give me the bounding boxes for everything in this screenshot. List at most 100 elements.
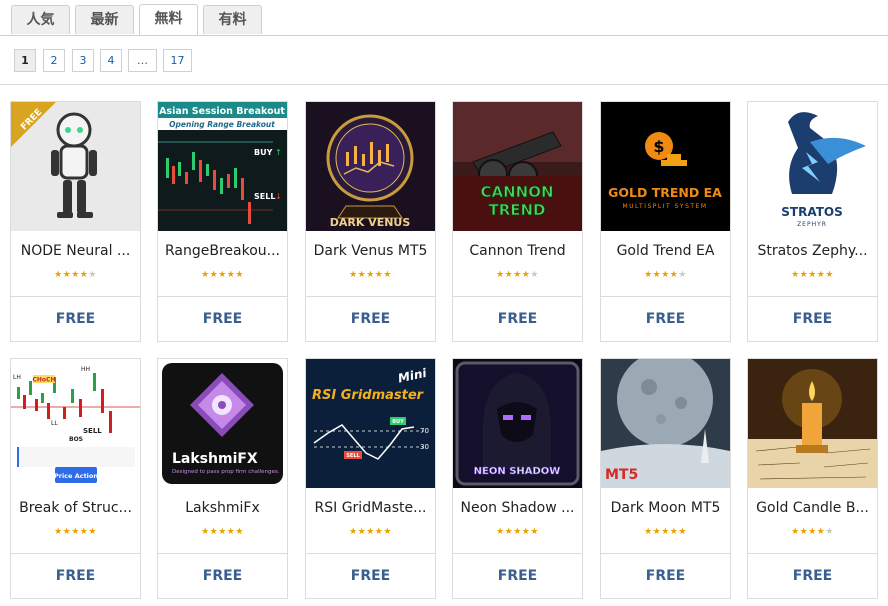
product-thumbnail-gold-trend[interactable]: $ GOLD TREND EA MULTISPLIT SYSTEM [601,102,730,231]
rating-stars: ★★★★★ [201,527,244,537]
page-17-button[interactable]: 17 [163,49,192,72]
product-card[interactable]: $ GOLD TREND EA MULTISPLIT SYSTEM Gold T… [600,101,731,342]
product-thumbnail-lakshmifx[interactable]: LakshmiFX Designed to pass prop firm cha… [158,359,287,488]
product-card[interactable]: Asian Session Breakout Opening Range Bre… [157,101,288,342]
rating-stars: ★★★★★ [349,270,392,280]
divider [748,296,877,297]
page-2-button[interactable]: 2 [43,49,65,72]
svg-text:Price Action: Price Action [54,472,98,480]
product-card[interactable]: FREE NODE Neural ... ★★★★★ FREE [10,101,141,342]
divider [601,296,730,297]
product-thumbnail-range-breakout[interactable]: Asian Session Breakout Opening Range Bre… [158,102,287,231]
rating-stars: ★★★★★ [644,527,687,537]
svg-text:LH: LH [13,374,21,381]
price-label[interactable]: FREE [11,568,140,584]
page-3-button[interactable]: 3 [72,49,94,72]
product-name[interactable]: Neon Shadow ... [457,500,578,516]
product-name[interactable]: Gold Trend EA [605,243,726,259]
product-card[interactable]: LakshmiFX Designed to pass prop firm cha… [157,358,288,599]
product-thumbnail-robot[interactable]: FREE [11,102,140,231]
tab-popular[interactable]: 人気 [11,5,70,34]
rating-stars: ★★★★★ [791,270,834,280]
product-name[interactable]: RangeBreakou... [162,243,283,259]
price-label[interactable]: FREE [158,568,287,584]
divider [306,553,435,554]
svg-text:CANNON: CANNON [480,183,553,201]
divider [306,296,435,297]
product-name[interactable]: NODE Neural ... [15,243,136,259]
product-name[interactable]: RSI GridMaste... [310,500,431,516]
divider [601,553,730,554]
tab-newest[interactable]: 最新 [75,5,134,34]
divider [0,84,888,85]
product-card[interactable]: STRATOS ZEPHYR Stratos Zephy... ★★★★★ FR… [747,101,878,342]
svg-text:DARK VENUS: DARK VENUS [330,216,411,229]
rating-stars: ★★★★★ [496,527,539,537]
svg-text:NEON SHADOW: NEON SHADOW [474,466,561,477]
price-label[interactable]: FREE [306,568,435,584]
price-label[interactable]: FREE [748,568,877,584]
svg-text:BUY: BUY [254,148,273,157]
product-thumbnail-dark-venus[interactable]: DARK VENUS [306,102,435,231]
price-label[interactable]: FREE [11,311,140,327]
product-thumbnail-neon-shadow[interactable]: NEON SHADOW [453,359,582,488]
product-thumbnail-stratos[interactable]: STRATOS ZEPHYR [748,102,877,231]
product-name[interactable]: LakshmiFx [162,500,283,516]
product-card[interactable]: NEON SHADOW Neon Shadow ... ★★★★★ FREE [452,358,583,599]
svg-text:↑: ↑ [275,148,282,157]
product-name[interactable]: Dark Venus MT5 [310,243,431,259]
tab-paid[interactable]: 有料 [203,5,262,34]
svg-text:RSI Gridmaster: RSI Gridmaster [312,388,425,403]
page-1-button[interactable]: 1 [14,49,36,72]
svg-text:TREND: TREND [488,201,545,219]
svg-text:LL: LL [51,420,58,427]
divider [158,296,287,297]
svg-text:$: $ [653,137,664,156]
rating-stars: ★★★★★ [644,270,687,280]
price-label[interactable]: FREE [453,568,582,584]
divider [453,296,582,297]
svg-text:BOS: BOS [69,436,83,443]
product-name[interactable]: Cannon Trend [457,243,578,259]
product-name[interactable]: Dark Moon MT5 [605,500,726,516]
price-label[interactable]: FREE [748,311,877,327]
rating-stars: ★★★★★ [349,527,392,537]
product-card[interactable]: CHoCH BOS SELL HH LH LL Price Action Bre… [10,358,141,599]
svg-text:GOLD TREND EA: GOLD TREND EA [608,185,722,200]
svg-text:SELL: SELL [83,427,102,435]
rating-stars: ★★★★★ [54,270,97,280]
product-thumbnail-cannon-trend[interactable]: CANNON TREND [453,102,582,231]
price-label[interactable]: FREE [453,311,582,327]
svg-text:CHoCH: CHoCH [33,377,56,384]
product-name[interactable]: Gold Candle B... [752,500,873,516]
product-card[interactable]: MT5 Dark Moon MT5 ★★★★★ FREE [600,358,731,599]
product-card[interactable]: Gold Candle B... ★★★★★ FREE [747,358,878,599]
price-label[interactable]: FREE [601,311,730,327]
product-name[interactable]: Stratos Zephy... [752,243,873,259]
price-label[interactable]: FREE [306,311,435,327]
svg-text:MT5: MT5 [605,467,638,483]
price-label[interactable]: FREE [601,568,730,584]
svg-text:Opening Range Breakout: Opening Range Breakout [169,120,275,129]
page-4-button[interactable]: 4 [100,49,122,72]
svg-text:70: 70 [420,427,429,435]
product-thumbnail-break-of-structure[interactable]: CHoCH BOS SELL HH LH LL Price Action [11,359,140,488]
divider [158,553,287,554]
svg-text:STRATOS: STRATOS [781,205,842,219]
svg-text:HH: HH [81,366,90,373]
product-name[interactable]: Break of Struc... [15,500,136,516]
tab-free[interactable]: 無料 [139,4,198,35]
svg-text:↓: ↓ [275,192,282,201]
svg-text:Designed to pass prop firm cha: Designed to pass prop firm challenges. [172,469,280,475]
divider [11,296,140,297]
product-thumbnail-gold-candle[interactable] [748,359,877,488]
price-label[interactable]: FREE [158,311,287,327]
svg-text:LakshmiFX: LakshmiFX [172,451,258,467]
product-thumbnail-dark-moon[interactable]: MT5 [601,359,730,488]
product-card[interactable]: DARK VENUS Dark Venus MT5 ★★★★★ FREE [305,101,436,342]
product-card[interactable]: CANNON TREND Cannon Trend ★★★★★ FREE [452,101,583,342]
product-card[interactable]: RSI Gridmaster Mini BUY SELL 70 30 RSI G… [305,358,436,599]
page-ellipsis-button[interactable]: … [128,49,157,72]
product-thumbnail-rsi-gridmaster[interactable]: RSI Gridmaster Mini BUY SELL 70 30 [306,359,435,488]
svg-text:BUY: BUY [392,419,404,425]
